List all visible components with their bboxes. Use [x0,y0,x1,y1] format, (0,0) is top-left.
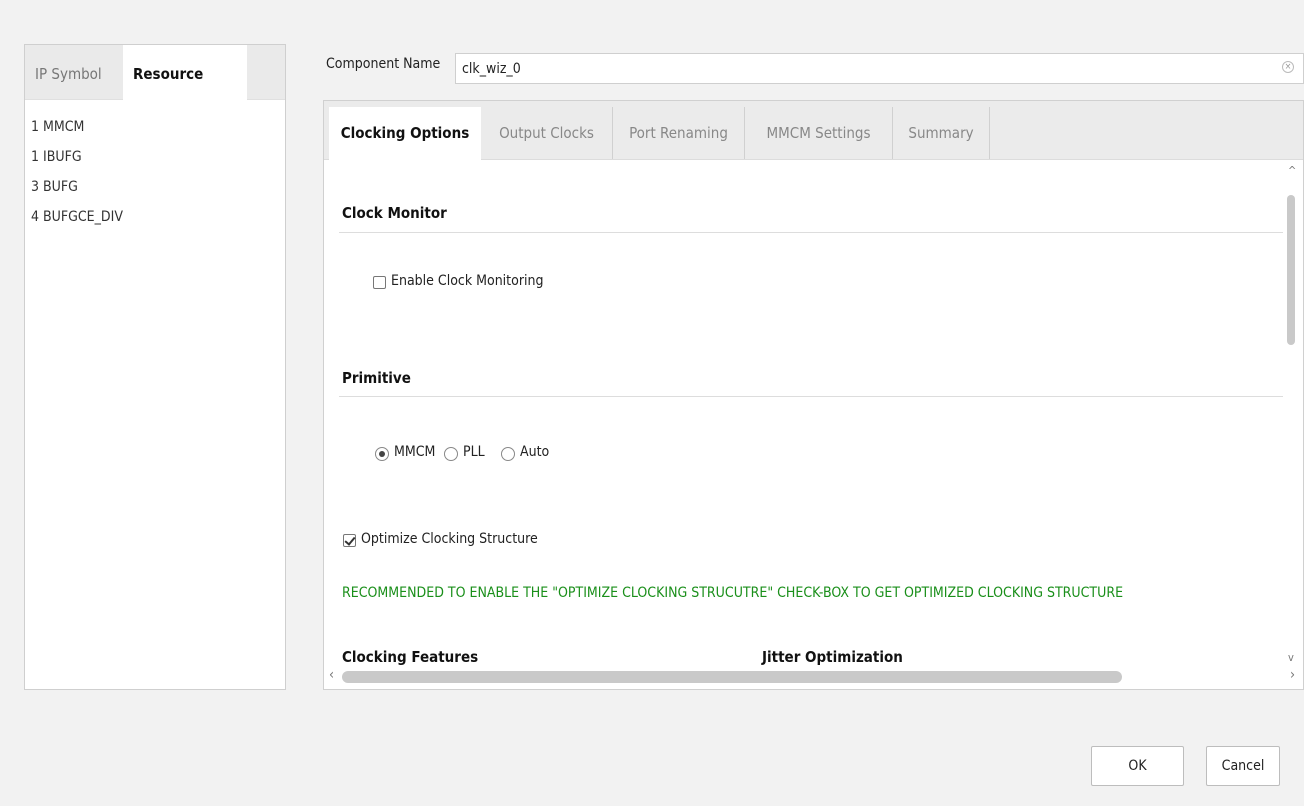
vertical-scrollbar[interactable]: ^ v [1283,160,1303,666]
enable-clock-monitoring-label[interactable]: Enable Clock Monitoring [391,273,543,289]
component-name-label: Component Name [326,56,441,72]
clock-monitor-title: Clock Monitor [342,204,447,222]
radio-auto-label[interactable]: Auto [520,444,549,460]
tab-resource[interactable]: Resource [123,45,247,100]
resource-list: 1 MMCM 1 IBUFG 3 BUFG 4 BUFGCE_DIV [25,100,285,232]
optimize-clocking-label[interactable]: Optimize Clocking Structure [361,531,538,547]
tab-port-renaming[interactable]: Port Renaming [613,107,745,159]
clear-icon[interactable]: × [1282,61,1294,73]
horizontal-scroll-thumb[interactable] [342,671,1122,683]
cancel-button[interactable]: Cancel [1206,746,1280,786]
primitive-title: Primitive [342,369,411,387]
radio-auto[interactable] [501,447,515,461]
vertical-scroll-thumb[interactable] [1287,195,1295,345]
scroll-up-icon[interactable]: ^ [1288,164,1296,177]
section-divider [339,396,1283,397]
radio-pll[interactable] [444,447,458,461]
ok-button[interactable]: OK [1091,746,1184,786]
tab-summary[interactable]: Summary [893,107,990,159]
resource-item: 3 BUFG [31,179,78,195]
clocking-features-title: Clocking Features [342,648,479,666]
radio-mmcm-label[interactable]: MMCM [394,444,435,460]
resource-panel: IP Symbol Resource 1 MMCM 1 IBUFG 3 BUFG… [24,44,286,690]
tab-output-clocks[interactable]: Output Clocks [481,107,613,159]
recommendation-text: RECOMMENDED TO ENABLE THE "OPTIMIZE CLOC… [342,585,1124,601]
options-tab-bar: Clocking Options Output Clocks Port Rena… [324,101,1303,160]
component-name-input[interactable] [455,53,1304,84]
left-tab-bar: IP Symbol Resource [25,45,285,100]
clocking-options-content: Clock Monitor Enable Clock Monitoring Pr… [324,160,1284,666]
main-panel: Clocking Options Output Clocks Port Rena… [323,100,1304,690]
tab-clocking-options[interactable]: Clocking Options [329,107,481,160]
horizontal-scrollbar[interactable]: ‹ › [324,666,1303,689]
resource-item: 1 MMCM [31,119,85,135]
scroll-down-icon[interactable]: v [1288,651,1294,664]
section-divider [339,232,1283,233]
tab-mmcm-settings[interactable]: MMCM Settings [745,107,893,159]
resource-item: 1 IBUFG [31,149,82,165]
optimize-clocking-checkbox[interactable] [343,534,356,547]
resource-item: 4 BUFGCE_DIV [31,209,123,225]
scroll-right-icon[interactable]: › [1290,667,1295,683]
tab-ip-symbol[interactable]: IP Symbol [25,45,123,99]
jitter-optimization-title: Jitter Optimization [762,648,903,666]
scroll-left-icon[interactable]: ‹ [329,667,334,683]
enable-clock-monitoring-checkbox[interactable] [373,276,386,289]
radio-mmcm[interactable] [375,447,389,461]
radio-pll-label[interactable]: PLL [463,444,485,460]
